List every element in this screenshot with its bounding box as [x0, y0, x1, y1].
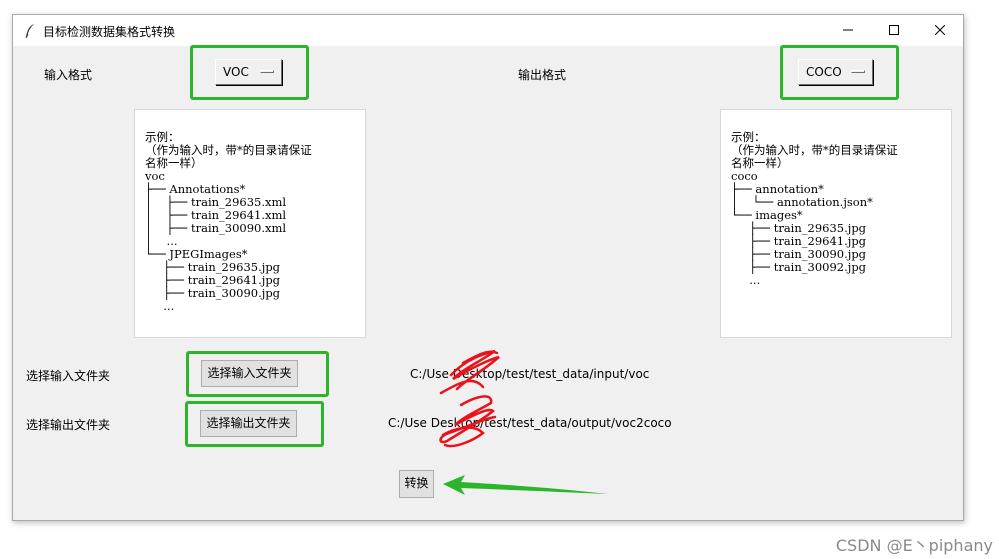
select-output-folder-button[interactable]: 选择输出文件夹	[200, 410, 297, 437]
output-format-menubutton[interactable]: COCO	[798, 59, 873, 85]
redaction-scribble	[439, 349, 500, 448]
csdn-watermark: CSDN @E丶piphany	[835, 536, 993, 555]
close-icon	[935, 25, 945, 35]
output-folder-path: C:/Use Desktop/test/test_data/output/voc…	[388, 416, 672, 430]
select-input-folder-button[interactable]: 选择输入文件夹	[201, 360, 298, 387]
output-example-text[interactable]: 示例： （作为输入时，带*的目录请保证 名称一样） coco ├── annot…	[720, 109, 952, 338]
output-format-label: 输出格式	[518, 68, 567, 82]
convert-button[interactable]: 转换	[399, 470, 434, 498]
output-format-value: COCO	[806, 65, 842, 79]
menu-indicator-icon	[260, 70, 274, 73]
title-bar: 目标检测数据集格式转换	[13, 15, 963, 46]
window-title: 目标检测数据集格式转换	[43, 25, 176, 39]
arrow-left-icon	[443, 475, 608, 495]
output-example-content: 示例： （作为输入时，带*的目录请保证 名称一样） coco ├── annot…	[731, 130, 898, 287]
output-folder-label: 选择输出文件夹	[26, 418, 111, 432]
menu-indicator-icon	[851, 70, 865, 73]
input-format-menubutton[interactable]: VOC	[215, 59, 282, 85]
input-folder-label: 选择输入文件夹	[26, 369, 111, 383]
input-format-label: 输入格式	[44, 68, 93, 82]
input-example-content: 示例： （作为输入时，带*的目录请保证 名称一样） voc ├── Annota…	[145, 130, 312, 313]
minimize-button[interactable]	[825, 15, 871, 46]
minimize-icon	[843, 29, 853, 31]
app-window: 目标检测数据集格式转换 输入格式 VOC 输出格式 COCO 示例： （作为输入…	[12, 14, 964, 521]
close-button[interactable]	[917, 15, 963, 46]
input-example-text[interactable]: 示例： （作为输入时，带*的目录请保证 名称一样） voc ├── Annota…	[134, 109, 366, 338]
maximize-button[interactable]	[871, 15, 917, 46]
input-format-value: VOC	[223, 65, 249, 79]
feather-icon	[24, 23, 36, 42]
maximize-icon	[889, 25, 899, 35]
